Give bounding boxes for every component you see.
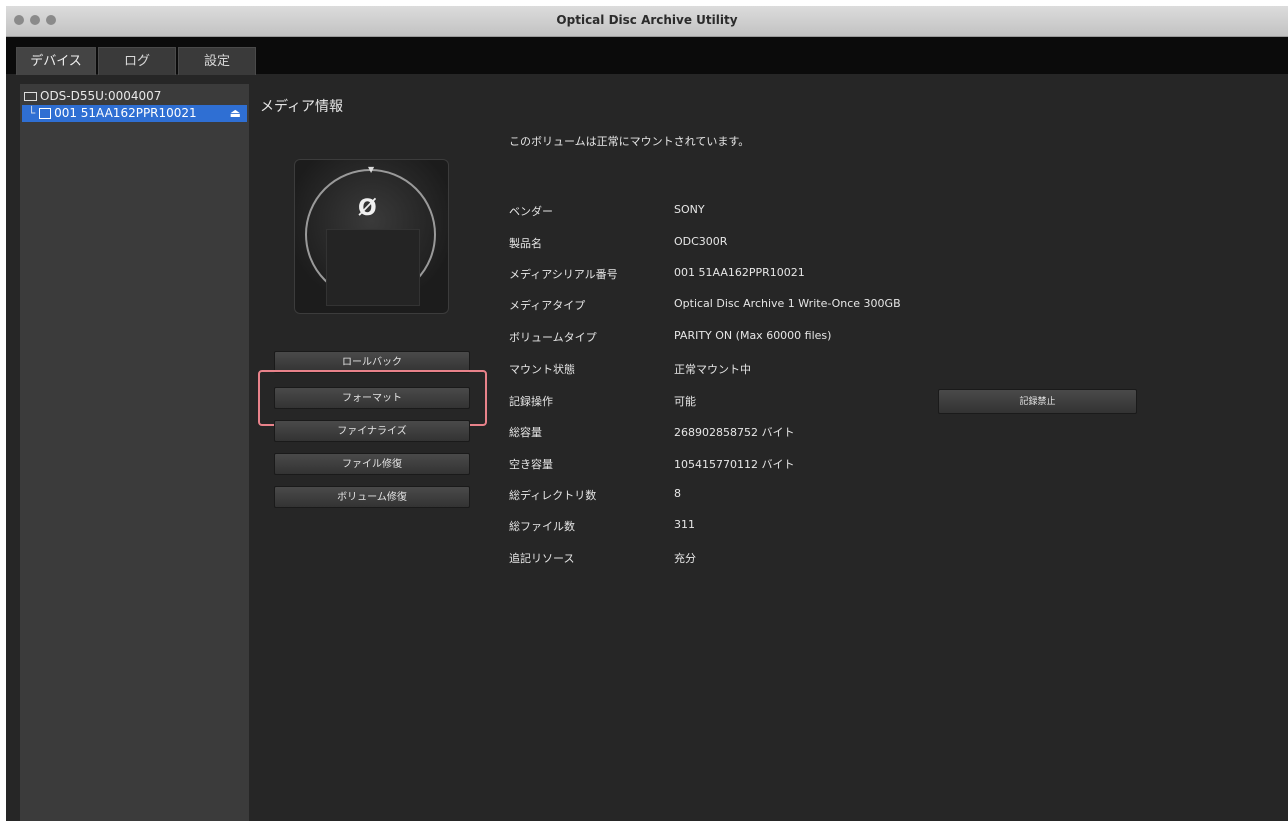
disc-cartridge-icon: [39, 108, 52, 119]
info-label-total-directories: 総ディレクトリ数: [509, 489, 597, 502]
info-label-media-type: メディアタイプ: [509, 299, 586, 312]
mount-status-message: このボリュームは正常にマウントされています。: [509, 135, 750, 148]
info-label-media-serial: メディアシリアル番号: [509, 268, 618, 281]
info-label-free-capacity: 空き容量: [509, 458, 553, 471]
device-node-label: ODS-D55U:0004007: [40, 89, 162, 103]
tree-branch-icon: └: [28, 106, 36, 120]
cartridge-marker: ▼: [368, 165, 375, 174]
tab-bar: デバイス ログ 設定: [6, 37, 1288, 75]
info-value-mount-state: 正常マウント中: [674, 363, 751, 376]
info-label-record-operation: 記録操作: [509, 395, 553, 408]
record-prohibit-button[interactable]: 記録禁止: [938, 389, 1137, 414]
tab-devices[interactable]: デバイス: [16, 47, 96, 75]
window-title: Optical Disc Archive Utility: [556, 13, 738, 27]
volume-repair-button[interactable]: ボリューム修復: [274, 486, 470, 508]
title-bar: Optical Disc Archive Utility: [6, 6, 1288, 37]
tab-settings[interactable]: 設定: [178, 47, 256, 75]
info-value-media-serial: 001 51AA162PPR10021: [674, 266, 805, 279]
panel-title: メディア情報: [260, 99, 344, 115]
info-value-vendor: SONY: [674, 203, 705, 216]
info-value-product-name: ODC300R: [674, 235, 728, 248]
disc-cartridge-image: ▼ Ø: [294, 159, 449, 314]
info-value-total-capacity: 268902858752 バイト: [674, 426, 795, 439]
media-node[interactable]: └ 001 51AA162PPR10021 ⏏: [22, 105, 247, 122]
media-node-label: 001 51AA162PPR10021: [54, 106, 197, 120]
info-value-append-resource: 充分: [674, 552, 696, 565]
info-label-total-capacity: 総容量: [509, 426, 542, 439]
info-value-total-files: 311: [674, 518, 695, 531]
info-value-volume-type: PARITY ON (Max 60000 files): [674, 329, 832, 342]
info-label-vendor: ベンダー: [509, 205, 553, 218]
cartridge-slot: [326, 229, 420, 306]
eject-icon[interactable]: ⏏: [230, 105, 241, 122]
file-repair-button[interactable]: ファイル修復: [274, 453, 470, 475]
tab-log[interactable]: ログ: [98, 47, 176, 75]
info-label-volume-type: ボリュームタイプ: [509, 331, 597, 344]
info-value-record-operation: 可能: [674, 395, 696, 408]
finalize-button[interactable]: ファイナライズ: [274, 420, 470, 442]
device-node[interactable]: ODS-D55U:0004007: [24, 88, 161, 105]
info-value-free-capacity: 105415770112 バイト: [674, 458, 795, 471]
info-value-total-directories: 8: [674, 487, 681, 500]
drive-icon: [24, 92, 37, 101]
info-label-product-name: 製品名: [509, 237, 542, 250]
oda-logo-icon: Ø: [358, 196, 377, 221]
info-label-mount-state: マウント状態: [509, 363, 575, 376]
info-value-media-type: Optical Disc Archive 1 Write-Once 300GB: [674, 297, 901, 310]
format-highlight-box: [258, 370, 487, 426]
info-label-total-files: 総ファイル数: [509, 520, 575, 533]
device-tree: ODS-D55U:0004007 └ 001 51AA162PPR10021 ⏏: [20, 84, 249, 821]
info-label-append-resource: 追記リソース: [509, 552, 575, 565]
app-window: Optical Disc Archive Utility デバイス ログ 設定 …: [6, 6, 1288, 821]
